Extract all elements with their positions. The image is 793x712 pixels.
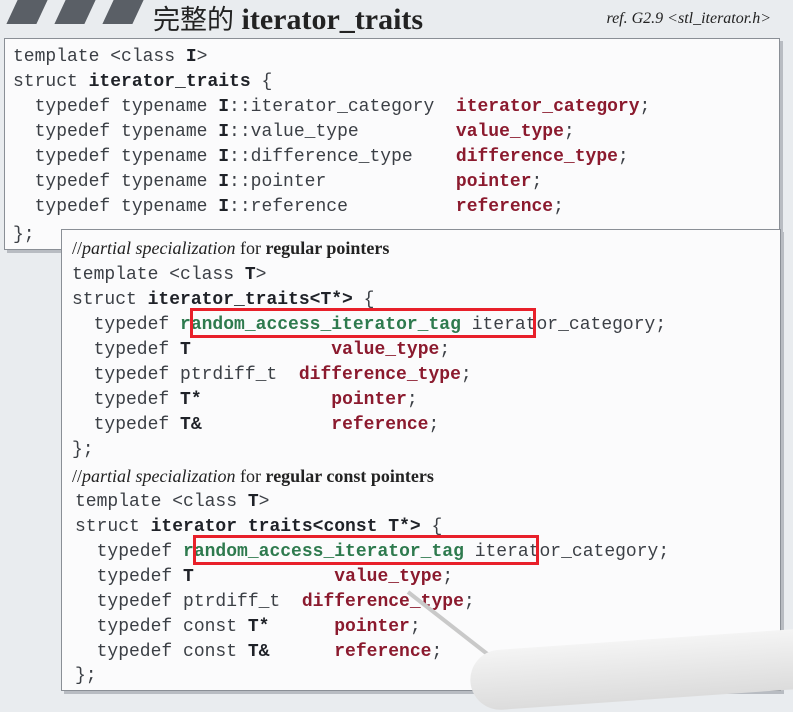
title-code: iterator_traits [241, 3, 424, 36]
code-line: typedef typename I::pointer pointer; [13, 172, 543, 192]
code-line: typedef ptrdiff_t difference_type; [72, 365, 472, 385]
code-line: typedef T value_type; [75, 567, 454, 587]
code-line: }; [13, 225, 35, 245]
reference-note: ref. G2.9 <stl_iterator.h> [606, 10, 771, 27]
title-stripe [54, 0, 96, 24]
code-line: typedef T value_type; [72, 340, 451, 360]
code-line: typedef typename I::value_type value_typ… [13, 122, 575, 142]
code-line: typedef const T* pointer; [75, 617, 421, 637]
code-line: typedef T& reference; [72, 415, 440, 435]
title-stripe [102, 0, 144, 24]
specialization-panel: //partial specialization for regular poi… [61, 229, 781, 691]
highlight-box [190, 308, 536, 338]
code-line: template <class I> [13, 47, 208, 67]
code-line: template <class T> [75, 492, 270, 512]
code-line: typedef T* pointer; [72, 390, 418, 410]
highlight-box [193, 535, 539, 565]
code-line: struct iterator_traits { [13, 72, 273, 92]
code-line: typedef const T& reference; [75, 642, 443, 662]
title-stripe [6, 0, 48, 24]
generic-traits-panel: template <class I> struct iterator_trait… [4, 38, 780, 250]
code-line: typedef typename I::reference reference; [13, 197, 564, 217]
code-line: typedef ptrdiff_t difference_type; [75, 592, 475, 612]
comment-const-pointers: //partial specialization for regular con… [72, 466, 434, 486]
code-line: typedef typename I::iterator_category it… [13, 97, 651, 117]
title-decoration [0, 0, 144, 28]
comment-regular-pointers: //partial specialization for regular poi… [72, 238, 390, 258]
slide-title: 完整的 iterator_traits [153, 0, 423, 37]
code-line: }; [75, 666, 97, 686]
code-line: template <class T> [72, 265, 267, 285]
code-line: }; [72, 440, 94, 460]
code-line: typedef typename I::difference_type diff… [13, 147, 629, 167]
title-cjk: 完整的 [153, 5, 234, 36]
